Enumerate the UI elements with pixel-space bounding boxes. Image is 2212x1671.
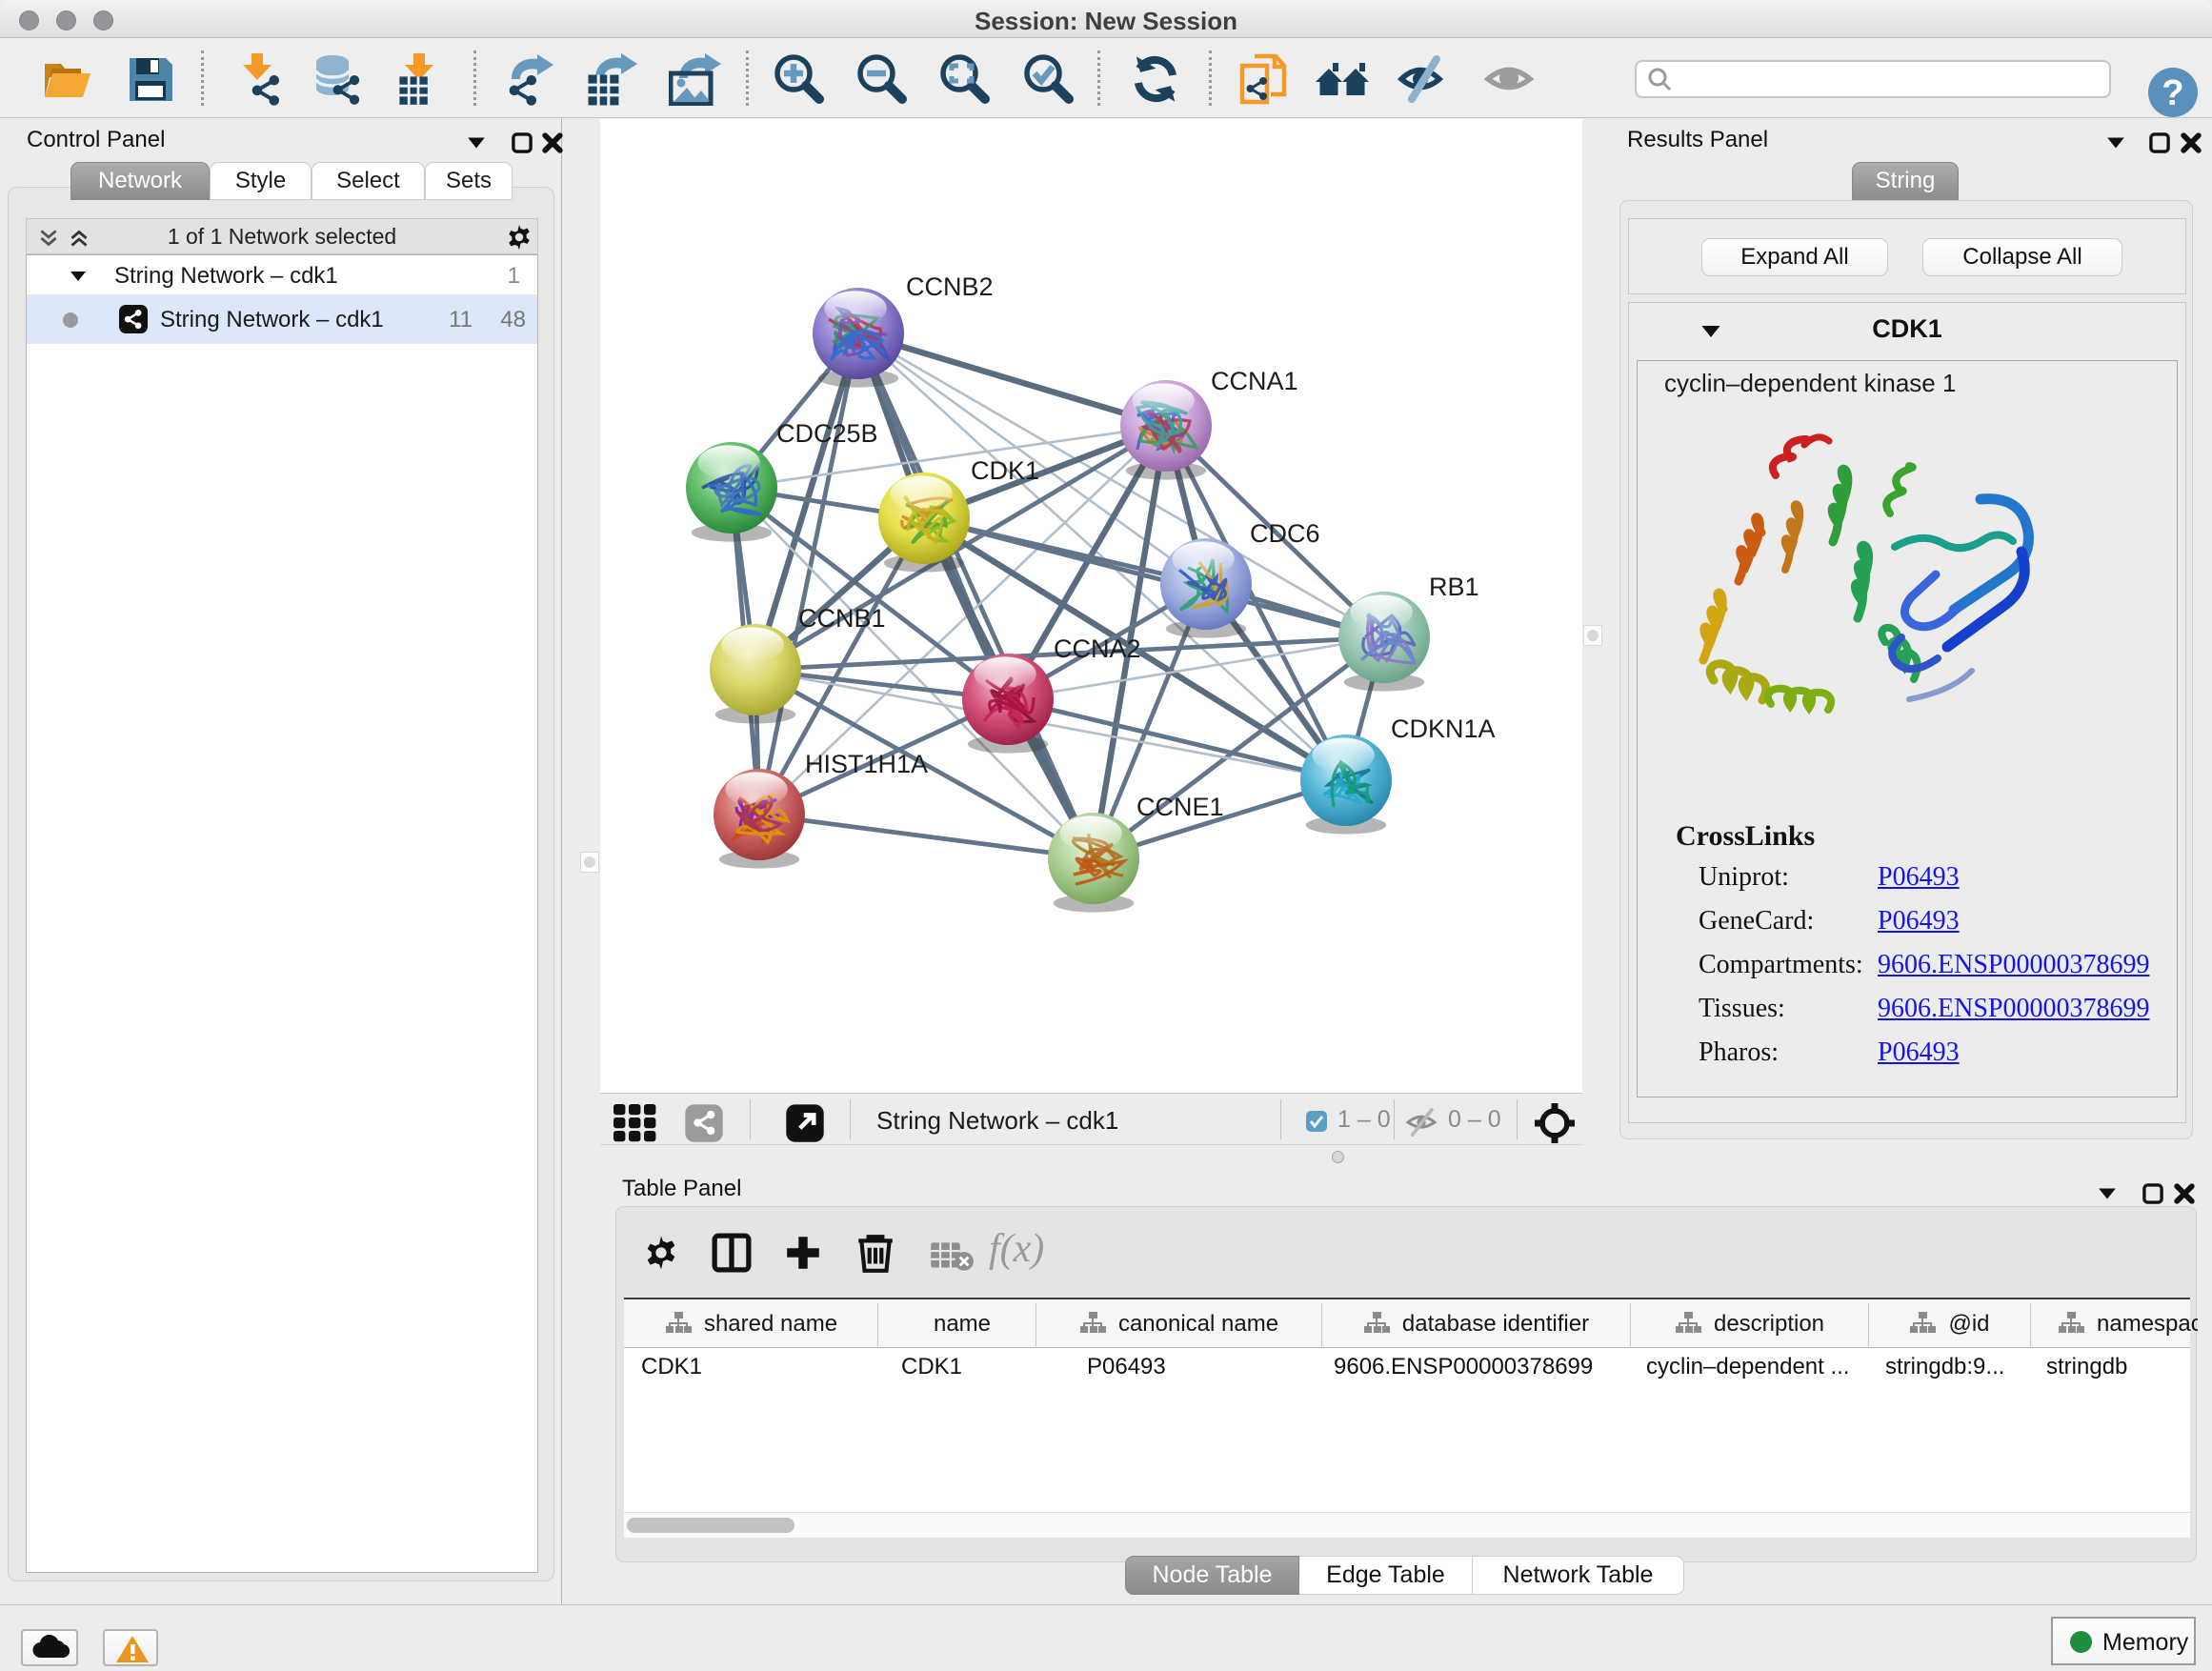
- svg-text:CCNE1: CCNE1: [1136, 793, 1224, 821]
- svg-text:CCNA1: CCNA1: [1211, 367, 1298, 395]
- svg-text:CDC25B: CDC25B: [776, 419, 878, 448]
- svg-text:?: ?: [2162, 73, 2183, 113]
- svg-text:CCNB1: CCNB1: [798, 604, 886, 633]
- svg-text:CDKN1A: CDKN1A: [1391, 715, 1496, 743]
- svg-text:RB1: RB1: [1429, 573, 1479, 601]
- svg-text:CDK1: CDK1: [971, 456, 1039, 485]
- svg-text:CDC6: CDC6: [1250, 519, 1320, 548]
- svg-text:HIST1H1A: HIST1H1A: [805, 750, 928, 778]
- svg-text:CCNA2: CCNA2: [1054, 634, 1141, 663]
- svg-text:CCNB2: CCNB2: [906, 272, 994, 301]
